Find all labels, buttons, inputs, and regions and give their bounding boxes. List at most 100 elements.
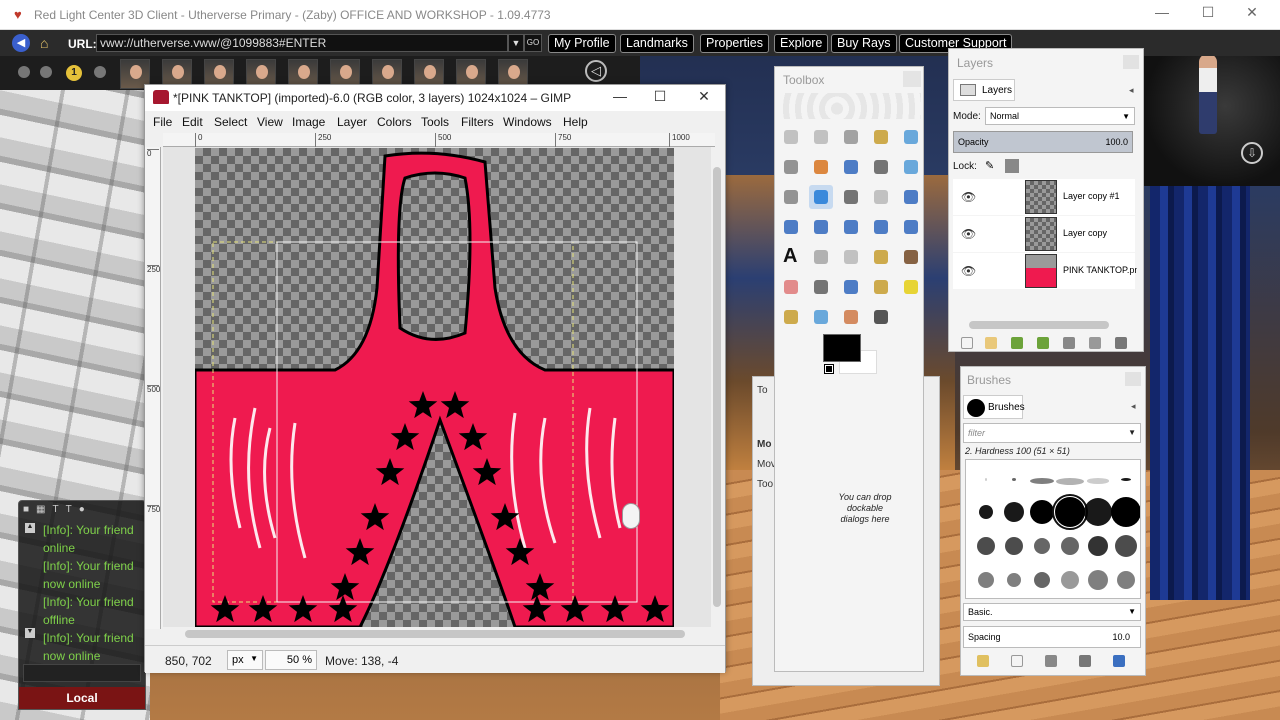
brush-preset[interactable] (1030, 478, 1054, 484)
brush-filter-input[interactable]: filter ▼ (963, 423, 1141, 443)
new-layer-icon[interactable] (961, 337, 973, 349)
anchor-layer-icon[interactable] (1089, 337, 1101, 349)
align-tool-icon[interactable] (839, 185, 863, 209)
chat-scrollbar[interactable]: ▲ ▼ (25, 523, 37, 658)
refresh-brushes-icon[interactable] (1113, 655, 1125, 667)
lock-alpha-icon[interactable] (1005, 159, 1019, 173)
brush-preset[interactable] (1056, 478, 1084, 485)
chat-tool-icon[interactable]: T (66, 504, 72, 515)
brush-preset[interactable] (1052, 494, 1088, 530)
eraser-tool-icon[interactable] (779, 275, 803, 299)
brush-preset[interactable] (1061, 571, 1079, 589)
unit-select[interactable]: px ▼ (227, 650, 263, 670)
scale-tool-icon[interactable] (779, 215, 803, 239)
mode-select[interactable]: Normal ▼ (985, 107, 1135, 125)
brush-preset[interactable] (977, 537, 995, 555)
foreground-select-tool-icon[interactable] (809, 155, 833, 179)
wilber-drop-zone[interactable] (781, 93, 921, 119)
measure-tool-icon[interactable] (779, 185, 803, 209)
scroll-down-icon[interactable]: ⇩ (1241, 142, 1263, 164)
brush-preset[interactable] (1121, 478, 1131, 481)
new-brush-icon[interactable] (1011, 655, 1023, 667)
brush-preset[interactable] (1004, 502, 1024, 522)
brush-preset[interactable] (1005, 537, 1023, 555)
brush-preset[interactable] (1061, 537, 1079, 555)
scissors-select-tool-icon[interactable] (779, 155, 803, 179)
menu-colors[interactable]: Colors (377, 115, 412, 129)
url-dropdown-button[interactable]: ▼ (508, 34, 524, 52)
rotate-tool-icon[interactable] (899, 185, 923, 209)
back-arrow-icon[interactable]: ◀ (12, 34, 30, 52)
home-icon[interactable]: ⌂ (40, 35, 48, 51)
foreground-color-swatch[interactable] (823, 334, 861, 362)
fuzzy-select-tool-icon[interactable] (869, 125, 893, 149)
brush-preset[interactable] (1088, 570, 1108, 590)
brush-preset[interactable] (985, 478, 987, 481)
menu-edit[interactable]: Edit (182, 115, 203, 129)
tab-menu-icon[interactable]: ◂ (1129, 85, 1134, 96)
shear-tool-icon[interactable] (809, 215, 833, 239)
zoom-select[interactable]: 50 % (265, 650, 317, 670)
layers-scrollbar[interactable] (953, 319, 1135, 331)
blend-tool-icon[interactable] (839, 245, 863, 269)
go-button[interactable]: GO (524, 34, 542, 52)
image-canvas[interactable] (193, 148, 676, 627)
color-picker-tool-icon[interactable] (869, 155, 893, 179)
explore-button[interactable]: Explore (774, 34, 829, 53)
brush-preset[interactable] (1117, 571, 1135, 589)
properties-button[interactable]: Properties (700, 34, 769, 53)
clone-tool-icon[interactable] (869, 275, 893, 299)
airbrush-tool-icon[interactable] (809, 275, 833, 299)
brush-preset[interactable] (1034, 572, 1050, 588)
perspective-tool-icon[interactable] (839, 215, 863, 239)
menu-file[interactable]: File (153, 115, 172, 129)
menu-layer[interactable]: Layer (337, 115, 367, 129)
zoom-tool-icon[interactable] (899, 155, 923, 179)
dodge-burn-tool-icon[interactable] (869, 305, 893, 329)
chat-tab-local[interactable]: Local (19, 687, 145, 709)
ellipse-select-tool-icon[interactable] (809, 125, 833, 149)
menu-icon[interactable] (18, 66, 30, 78)
brush-grid[interactable] (965, 459, 1141, 599)
layer-item[interactable]: 👁 PINK TANKTOP.png (953, 253, 1137, 289)
text-tool-icon[interactable]: A (779, 245, 803, 269)
menu-image[interactable]: Image (292, 115, 325, 129)
brush-preset[interactable] (1115, 535, 1137, 557)
pencil-tool-icon[interactable] (869, 245, 893, 269)
raise-layer-icon[interactable] (1011, 337, 1023, 349)
menu-select[interactable]: Select (214, 115, 247, 129)
smudge-tool-icon[interactable] (839, 305, 863, 329)
horizontal-scrollbar[interactable] (163, 627, 711, 641)
buy-rays-button[interactable]: Buy Rays (831, 34, 897, 53)
settings-icon[interactable] (40, 66, 52, 78)
toolbox-close-button[interactable] (903, 71, 921, 87)
chat-input[interactable] (23, 664, 141, 682)
menu-view[interactable]: View (257, 115, 283, 129)
ink-tool-icon[interactable] (839, 275, 863, 299)
close-button[interactable]: ✕ (1232, 4, 1272, 21)
free-select-tool-icon[interactable] (839, 125, 863, 149)
chat-tool-icon[interactable]: ■ (23, 504, 29, 515)
brushes-tab[interactable]: Brushes (963, 395, 1025, 419)
bucket-fill-tool-icon[interactable] (809, 245, 833, 269)
brush-preset[interactable] (1030, 500, 1054, 524)
brush-preset[interactable] (1084, 498, 1112, 526)
brush-preset[interactable] (979, 505, 993, 519)
heal-tool-icon[interactable] (899, 275, 923, 299)
brush-preset[interactable] (1007, 573, 1021, 587)
flip-tool-icon[interactable] (869, 215, 893, 239)
menu-help[interactable]: Help (563, 115, 588, 129)
menu-filters[interactable]: Filters (461, 115, 494, 129)
brush-preset[interactable] (978, 572, 994, 588)
cage-transform-tool-icon[interactable] (899, 215, 923, 239)
chat-tool-icon[interactable]: ▦ (36, 504, 45, 515)
next-arrow-icon[interactable]: ◁ (585, 60, 607, 82)
brush-preset[interactable] (1087, 478, 1109, 484)
paintbrush-tool-icon[interactable] (899, 245, 923, 269)
default-colors-icon[interactable] (824, 364, 834, 374)
duplicate-brush-icon[interactable] (1045, 655, 1057, 667)
spacing-slider[interactable]: Spacing 10.0 (963, 626, 1141, 648)
canvas-area[interactable] (163, 147, 713, 627)
vertical-scrollbar[interactable] (711, 147, 723, 627)
layers-dock-close[interactable] (1123, 55, 1139, 69)
